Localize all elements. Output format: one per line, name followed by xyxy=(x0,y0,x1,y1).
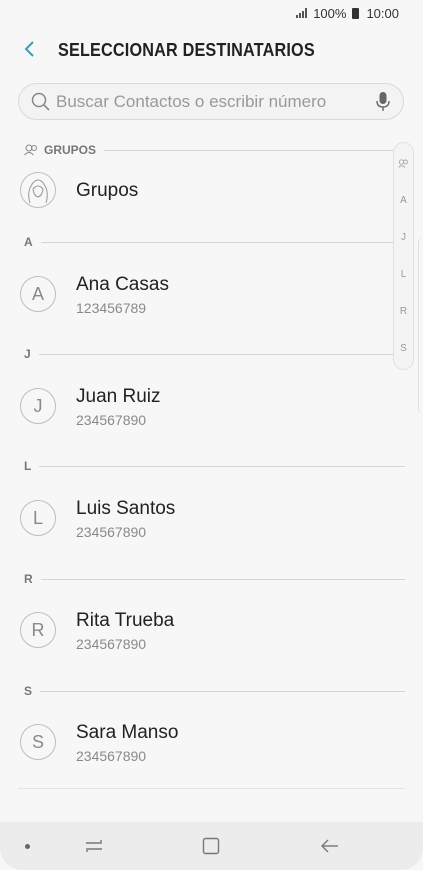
home-button-icon[interactable] xyxy=(199,834,223,858)
contact-number: 234567890 xyxy=(76,636,147,652)
person-silhouette-icon xyxy=(28,179,48,204)
section-letter: S xyxy=(24,684,33,698)
section-letter: J xyxy=(24,347,31,361)
divider xyxy=(40,690,405,692)
index-letter[interactable]: R xyxy=(394,306,413,317)
divider xyxy=(38,353,405,355)
signal-icon xyxy=(296,8,308,18)
contact-name: Sara Manso xyxy=(76,722,179,743)
index-letter[interactable]: S xyxy=(394,343,413,354)
groups-avatar xyxy=(20,172,56,208)
contact-number: 234567890 xyxy=(76,412,147,428)
contact-row[interactable]: J Juan Ruiz 234567890 xyxy=(0,386,390,442)
contact-row[interactable]: A Ana Casas 123456789 xyxy=(0,274,390,330)
contact-name: Luis Santos xyxy=(76,498,176,519)
section-letter: L xyxy=(24,459,32,473)
divider xyxy=(39,465,405,467)
groups-label: Grupos xyxy=(76,180,139,201)
index-letter[interactable]: J xyxy=(394,232,413,243)
section-letter: R xyxy=(24,572,33,586)
contact-avatar: A xyxy=(20,276,56,312)
contact-row[interactable]: L Luis Santos 234567890 xyxy=(0,498,390,554)
microphone-icon[interactable] xyxy=(375,91,391,113)
contact-number: 234567890 xyxy=(76,748,147,764)
search-bar[interactable] xyxy=(18,83,404,120)
back-button-icon[interactable] xyxy=(318,834,342,858)
contact-row[interactable]: R Rita Trueba 234567890 xyxy=(0,610,390,666)
section-header-a: A xyxy=(24,234,405,250)
section-label: GRUPOS xyxy=(44,143,97,157)
contact-avatar: L xyxy=(20,500,56,536)
status-bar: 100% 10:00 xyxy=(0,0,423,26)
contact-number: 123456789 xyxy=(76,300,147,316)
section-header-groups: GRUPOS xyxy=(24,142,405,158)
battery-icon xyxy=(352,7,360,19)
alphabet-index-scroller[interactable]: A J L R S xyxy=(393,142,414,370)
section-header-l: L xyxy=(24,458,405,474)
search-icon xyxy=(31,92,50,111)
app-bar: SELECCIONAR DESTINATARIOS xyxy=(0,30,423,70)
divider xyxy=(40,241,405,243)
section-letter: A xyxy=(24,235,33,249)
contact-avatar: S xyxy=(20,724,56,760)
groups-row[interactable]: Grupos xyxy=(0,172,390,228)
section-header-r: R xyxy=(24,571,405,587)
contact-number: 234567890 xyxy=(76,524,147,540)
navigation-bar xyxy=(0,822,423,870)
list-end-divider xyxy=(18,788,405,789)
section-header-s: S xyxy=(24,683,405,699)
divider xyxy=(104,149,405,151)
index-groups-icon[interactable] xyxy=(394,159,413,171)
search-input[interactable] xyxy=(56,90,356,114)
edge-panel-handle[interactable] xyxy=(418,238,423,414)
contact-avatar: J xyxy=(20,388,56,424)
contact-name: Rita Trueba xyxy=(76,610,175,631)
divider xyxy=(40,578,405,580)
index-letter[interactable]: A xyxy=(394,195,413,206)
contact-name: Ana Casas xyxy=(76,274,169,295)
recent-apps-icon[interactable] xyxy=(82,834,106,858)
battery-percent: 100% xyxy=(313,5,347,21)
contact-name: Juan Ruiz xyxy=(76,386,161,407)
page-title: SELECCIONAR DESTINATARIOS xyxy=(58,40,315,60)
navbar-dot-icon xyxy=(25,844,30,849)
index-letter[interactable]: L xyxy=(394,269,413,280)
back-arrow-icon[interactable] xyxy=(20,38,42,60)
section-header-j: J xyxy=(24,346,405,362)
groups-icon xyxy=(24,144,37,156)
contact-avatar: R xyxy=(20,612,56,648)
contact-row[interactable]: S Sara Manso 234567890 xyxy=(0,722,390,778)
clock: 10:00 xyxy=(366,5,399,21)
